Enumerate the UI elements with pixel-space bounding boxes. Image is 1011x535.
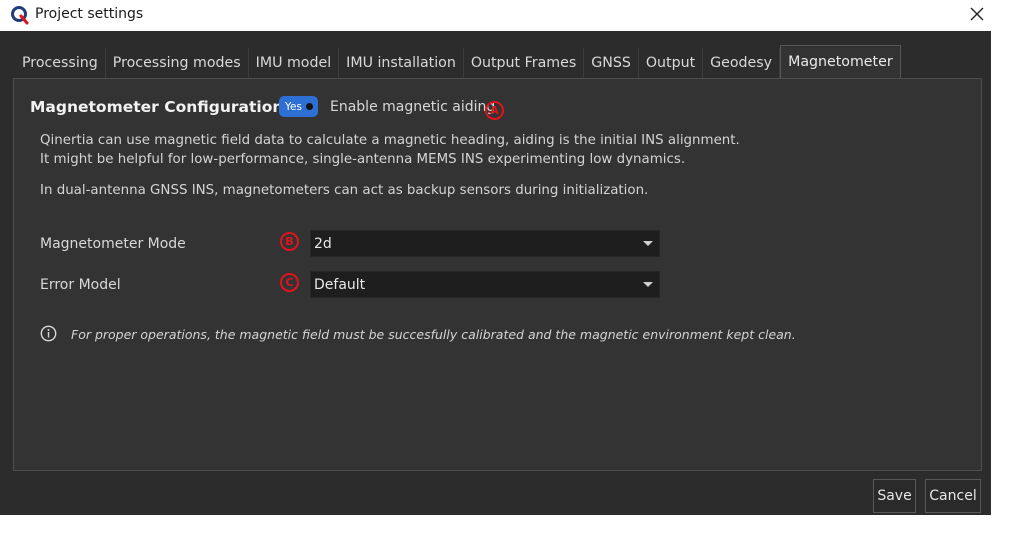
tab-magnetometer[interactable]: Magnetometer: [780, 45, 901, 78]
tab-imu-installation[interactable]: IMU installation: [339, 48, 464, 78]
qinertia-logo-icon: [11, 6, 29, 25]
dialog-body: Processing Processing modes IMU model IM…: [0, 31, 991, 515]
tab-gnss[interactable]: GNSS: [584, 48, 639, 78]
title-bar: Project settings: [0, 0, 991, 30]
description-line-2: It might be helpful for low-performance,…: [40, 152, 686, 167]
chevron-down-icon: [643, 282, 653, 287]
enable-magnetic-aiding-label: Enable magnetic aiding: [330, 99, 496, 115]
save-button[interactable]: Save: [873, 479, 916, 513]
annotation-marker-b: B: [280, 232, 299, 251]
close-icon: [970, 7, 984, 21]
tab-processing[interactable]: Processing: [15, 48, 106, 78]
tab-imu-model[interactable]: IMU model: [248, 48, 340, 78]
magnetometer-mode-value: 2d: [314, 236, 332, 252]
cancel-button[interactable]: Cancel: [925, 479, 981, 513]
magnetic-aiding-toggle[interactable]: Yes: [279, 96, 318, 117]
chevron-down-icon: [643, 241, 653, 246]
annotation-marker-c: C: [280, 273, 299, 292]
description-line-3: In dual-antenna GNSS INS, magnetometers …: [40, 183, 649, 198]
toggle-state-label: Yes: [285, 100, 302, 113]
magnetometer-mode-label: Magnetometer Mode: [40, 236, 186, 252]
tab-bar: Processing Processing modes IMU model IM…: [15, 45, 901, 78]
tab-processing-modes[interactable]: Processing modes: [105, 48, 249, 78]
description-line-1: Qinertia can use magnetic field data to …: [40, 133, 740, 148]
annotation-marker-a: A: [485, 101, 504, 120]
error-model-value: Default: [314, 277, 366, 293]
calibration-info-text: For proper operations, the magnetic fiel…: [71, 327, 796, 342]
toggle-knob: [306, 103, 313, 110]
error-model-select[interactable]: Default: [310, 271, 660, 298]
close-button[interactable]: [960, 0, 994, 28]
magnetometer-panel: Magnetometer Configuration Yes Enable ma…: [13, 78, 982, 471]
section-title: Magnetometer Configuration: [30, 98, 284, 116]
window-title: Project settings: [35, 6, 144, 22]
tab-output[interactable]: Output: [638, 48, 704, 78]
error-model-label: Error Model: [40, 277, 121, 293]
magnetometer-mode-select[interactable]: 2d: [310, 230, 660, 257]
project-settings-window: Project settings Processing Processing m…: [0, 0, 1011, 535]
tab-geodesy[interactable]: Geodesy: [703, 48, 781, 78]
tab-output-frames[interactable]: Output Frames: [463, 48, 585, 78]
info-icon: [40, 325, 57, 342]
